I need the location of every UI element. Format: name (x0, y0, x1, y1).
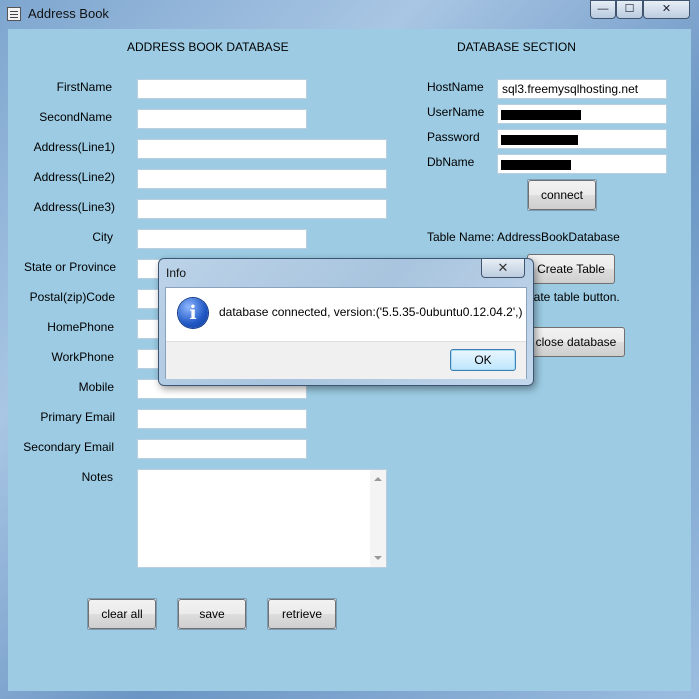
dialog-footer: OK (166, 341, 526, 379)
workphone-label: WorkPhone (51, 350, 114, 364)
window-title: Address Book (28, 6, 109, 21)
address3-label: Address(Line3) (33, 200, 115, 214)
minimize-button[interactable]: — (590, 0, 616, 19)
dbname-label: DbName (427, 155, 475, 169)
primary-email-label: Primary Email (40, 410, 115, 424)
database-section-heading: DATABASE SECTION (457, 40, 576, 54)
username-field[interactable] (497, 104, 667, 124)
redacted-username (501, 110, 581, 120)
secondary-email-label: Secondary Email (23, 440, 114, 454)
save-button[interactable]: save (178, 599, 246, 629)
primary-email-field[interactable] (137, 409, 307, 429)
secondname-field[interactable] (137, 109, 307, 129)
retrieve-button[interactable]: retrieve (268, 599, 336, 629)
password-field[interactable] (497, 129, 667, 149)
info-icon: i (178, 298, 208, 328)
password-label: Password (427, 130, 480, 144)
create-table-button[interactable]: Create Table (527, 254, 615, 284)
notes-scrollbar[interactable] (370, 470, 386, 567)
redacted-password (501, 135, 578, 145)
city-field[interactable] (137, 229, 307, 249)
notes-textarea[interactable] (137, 469, 387, 568)
secondary-email-field[interactable] (137, 439, 307, 459)
ok-button[interactable]: OK (450, 349, 516, 371)
state-label: State or Province (23, 260, 116, 274)
address2-field[interactable] (137, 169, 387, 189)
maximize-button[interactable]: ☐ (616, 0, 643, 19)
username-label: UserName (427, 105, 485, 119)
postal-code-label: Postal(zip)Code (29, 290, 115, 304)
address3-field[interactable] (137, 199, 387, 219)
info-dialog: Info ✕ i database connected, version:('5… (158, 258, 534, 386)
secondname-label: SecondName (39, 110, 112, 124)
create-table-hint: eate table button. (527, 290, 620, 304)
app-icon (7, 7, 21, 21)
hostname-label: HostName (427, 80, 484, 94)
scroll-down-icon[interactable] (374, 556, 382, 560)
close-database-button[interactable]: close database (527, 327, 625, 357)
address1-label: Address(Line1) (33, 140, 115, 154)
dialog-title: Info (166, 266, 187, 280)
title-bar[interactable]: Address Book — ☐ ✕ (0, 0, 699, 28)
address-book-heading: ADDRESS BOOK DATABASE (127, 40, 289, 54)
dialog-body: i database connected, version:('5.5.35-0… (165, 287, 527, 379)
homephone-label: HomePhone (47, 320, 114, 334)
table-name-label: Table Name: AddressBookDatabase (427, 230, 620, 244)
redacted-dbname (501, 160, 571, 170)
clear-all-button[interactable]: clear all (88, 599, 156, 629)
address-book-window: Address Book — ☐ ✕ ADDRESS BOOK DATABASE… (0, 0, 699, 699)
dbname-field[interactable] (497, 154, 667, 174)
mobile-label: Mobile (78, 380, 114, 394)
scroll-up-icon[interactable] (374, 477, 382, 481)
address1-field[interactable] (137, 139, 387, 159)
hostname-field[interactable]: sql3.freemysqlhosting.net (497, 79, 667, 99)
city-label: City (92, 230, 113, 244)
firstname-field[interactable] (137, 79, 307, 99)
dialog-message: database connected, version:('5.5.35-0ub… (219, 305, 523, 319)
connect-button[interactable]: connect (528, 180, 596, 210)
firstname-label: FirstName (56, 80, 112, 94)
notes-label: Notes (81, 470, 113, 484)
close-button[interactable]: ✕ (643, 0, 690, 19)
dialog-close-button[interactable]: ✕ (481, 259, 525, 278)
address2-label: Address(Line2) (33, 170, 115, 184)
